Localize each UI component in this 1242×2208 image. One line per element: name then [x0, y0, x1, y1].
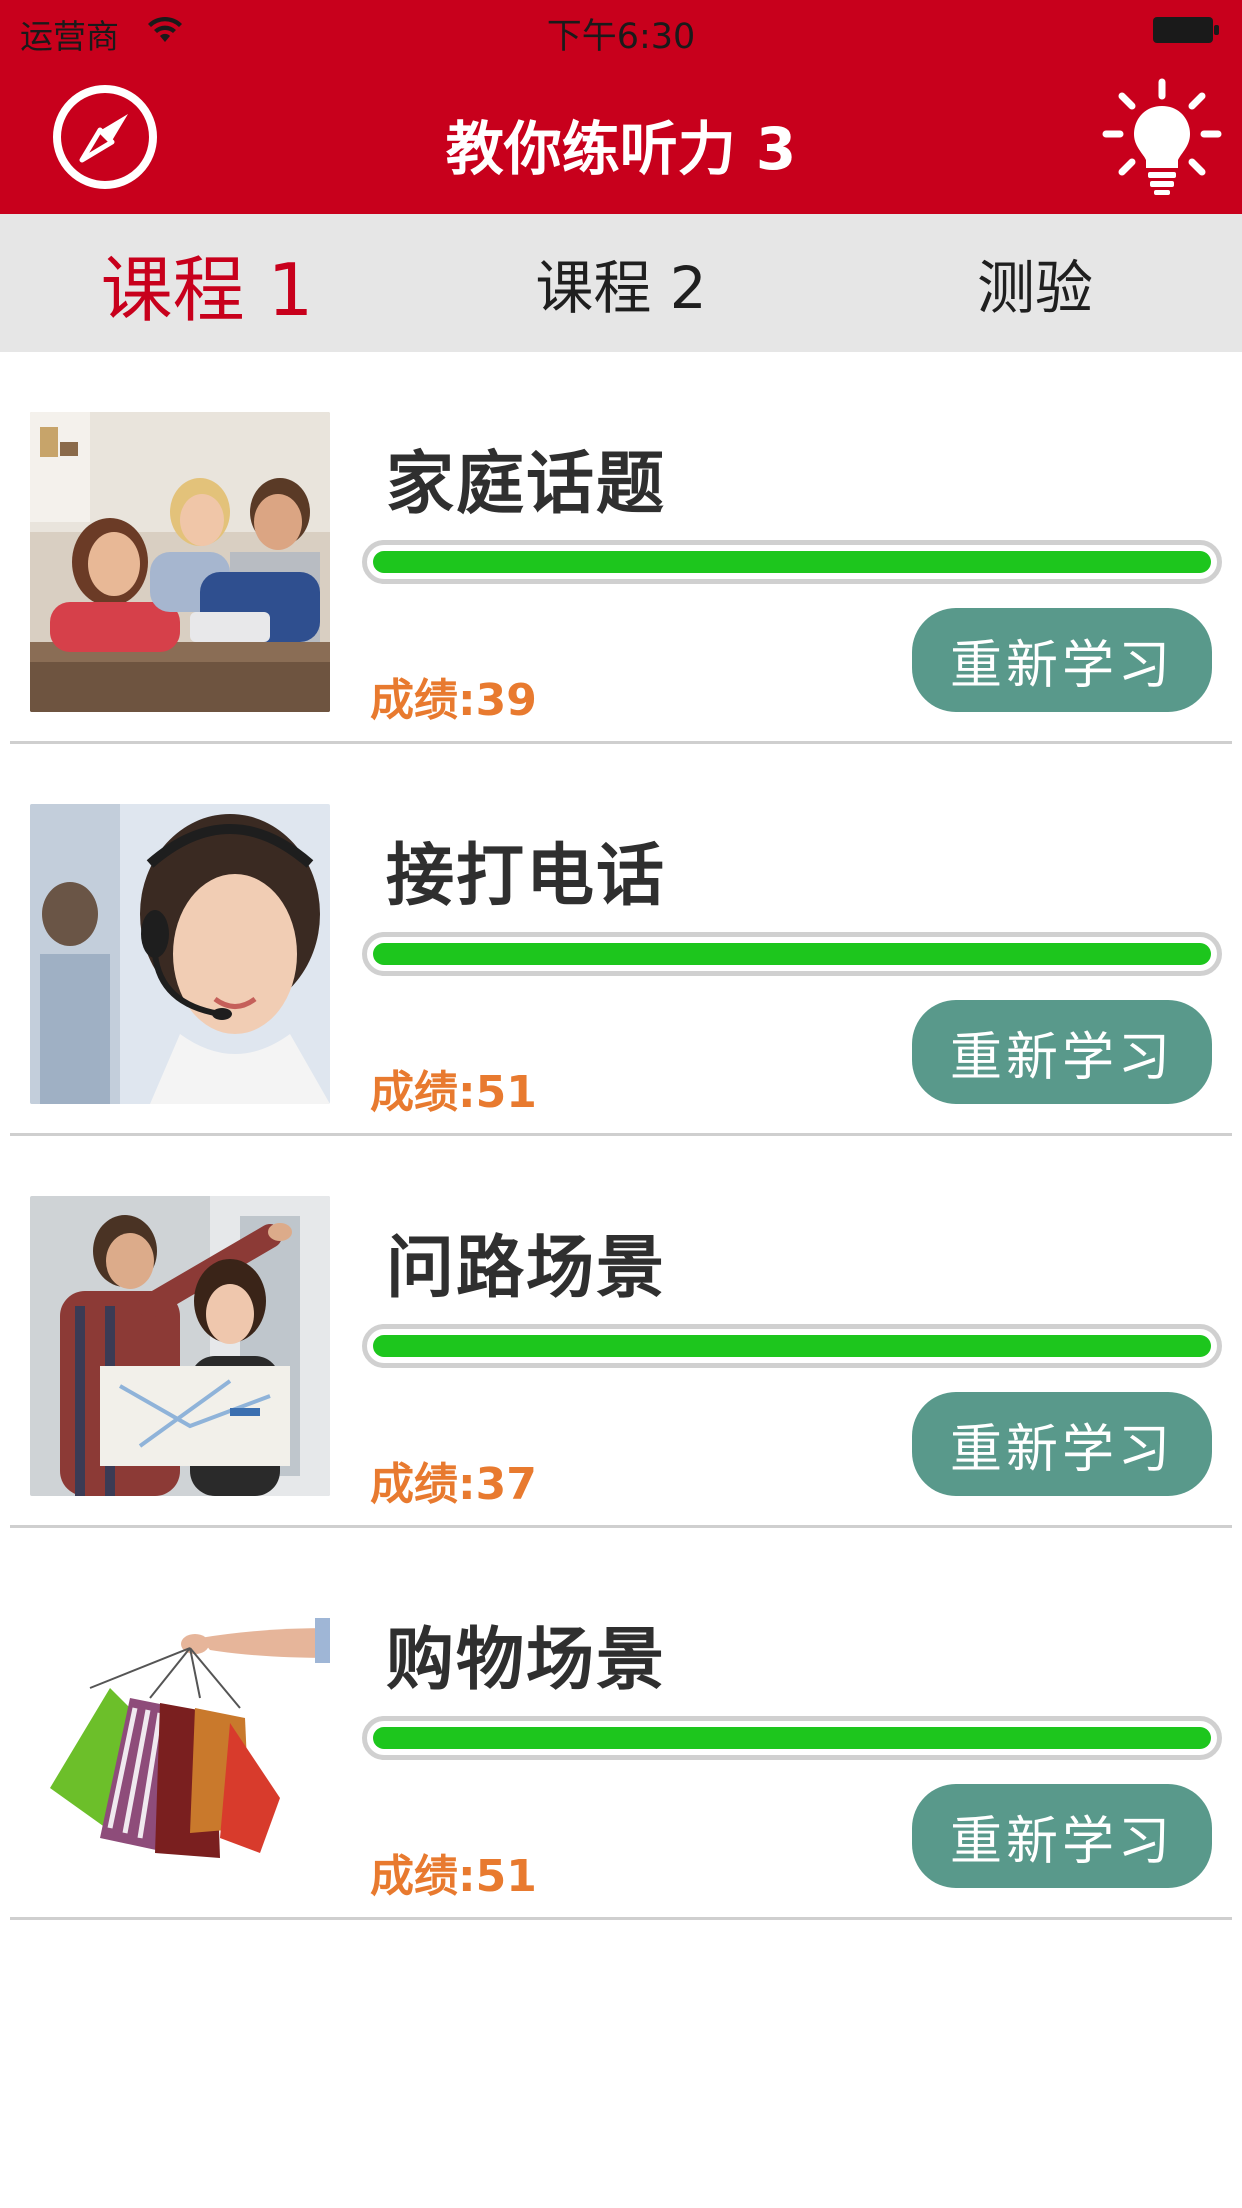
lesson-progress-fill	[373, 1727, 1211, 1749]
lesson-progress-fill	[373, 943, 1211, 965]
lesson-progress-fill	[373, 1335, 1211, 1357]
lesson-row[interactable]: 问路场景 成绩:37 重新学习	[10, 1136, 1232, 1528]
lesson-title: 家庭话题	[386, 445, 667, 524]
status-time: 下午6:30	[546, 17, 696, 57]
navigation-bar: 教你练听力 3	[0, 62, 1242, 214]
relearn-button[interactable]: 重新学习	[912, 1392, 1212, 1496]
lesson-progress-bar	[362, 540, 1222, 584]
lightbulb-icon[interactable]	[1100, 76, 1224, 200]
lesson-list: 家庭话题 成绩:39 重新学习 接打电话 成绩:51 重新学习 问路场景 成绩:…	[0, 352, 1242, 1920]
lesson-row[interactable]: 接打电话 成绩:51 重新学习	[10, 744, 1232, 1136]
battery-icon	[1153, 17, 1219, 43]
relearn-button[interactable]: 重新学习	[912, 1784, 1212, 1888]
tab-quiz[interactable]: 测验	[828, 214, 1242, 352]
relearn-button[interactable]: 重新学习	[912, 608, 1212, 712]
asking-directions-photo	[30, 1196, 330, 1496]
lesson-title: 问路场景	[386, 1229, 667, 1308]
lesson-score: 成绩:37	[370, 1459, 537, 1510]
family-photo	[30, 412, 330, 712]
lesson-score: 成绩:39	[370, 675, 537, 726]
status-bar: 运营商 下午6:30	[0, 0, 1242, 62]
page-title: 教你练听力 3	[445, 115, 797, 183]
lesson-score: 成绩:51	[370, 1067, 537, 1118]
lesson-row[interactable]: 家庭话题 成绩:39 重新学习	[10, 352, 1232, 744]
course-tab-bar: 课程 1 课程 2 测验	[0, 214, 1242, 352]
call-center-photo	[30, 804, 330, 1104]
shopping-bags-photo	[30, 1588, 330, 1888]
lesson-score: 成绩:51	[370, 1851, 537, 1902]
lesson-progress-bar	[362, 1716, 1222, 1760]
lesson-progress-fill	[373, 551, 1211, 573]
lesson-progress-bar	[362, 932, 1222, 976]
tab-course-2[interactable]: 课程 2	[414, 214, 828, 352]
lesson-title: 购物场景	[386, 1621, 667, 1700]
lesson-progress-bar	[362, 1324, 1222, 1368]
tab-course-1[interactable]: 课程 1	[0, 214, 414, 352]
relearn-button[interactable]: 重新学习	[912, 1000, 1212, 1104]
lesson-row[interactable]: 购物场景 成绩:51 重新学习	[10, 1528, 1232, 1920]
lesson-title: 接打电话	[386, 837, 667, 916]
